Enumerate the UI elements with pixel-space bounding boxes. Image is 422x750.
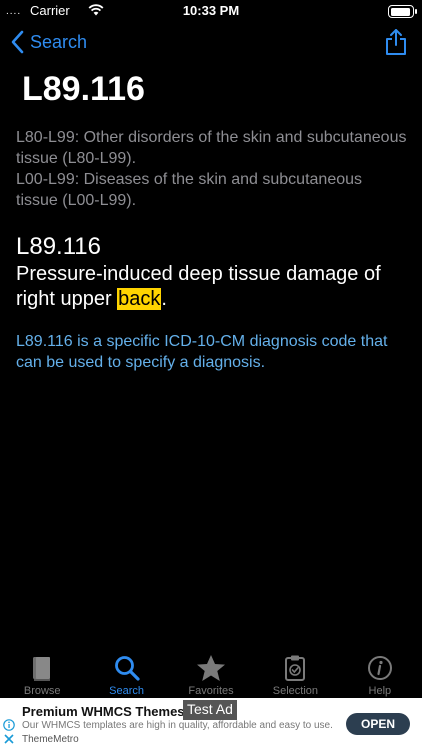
status-time: 10:33 PM [182, 3, 240, 18]
back-button-label: Search [30, 31, 88, 52]
ad-title: Premium WHMCS Themes [22, 704, 185, 719]
chevron-left-icon [11, 30, 24, 54]
tab-favorites-label: Favorites [188, 685, 234, 697]
search-icon [114, 656, 140, 681]
tab-favorites[interactable]: Favorites [169, 646, 253, 698]
share-icon[interactable] [384, 28, 408, 56]
battery-icon [388, 5, 417, 18]
ad-open-button[interactable]: OPEN [346, 713, 410, 735]
tab-search-label: Search [109, 685, 145, 697]
code-description: Pressure-induced deep tissue damage of r… [16, 262, 408, 312]
back-button[interactable]: Search [10, 30, 87, 54]
test-ad-badge: Test Ad [183, 700, 237, 720]
category-hierarchy: L80-L99: Other disorders of the skin and… [16, 127, 408, 211]
tab-help-label: Help [368, 685, 392, 697]
clipboard-icon [285, 655, 306, 681]
code-heading: L89.116 [16, 233, 101, 260]
ad-info-icon[interactable] [3, 719, 15, 731]
app-screen: .... Carrier 10:33 PM Search L89.116 L80… [0, 0, 422, 750]
navigation-bar: Search [0, 26, 422, 62]
status-bar: .... Carrier 10:33 PM [0, 0, 422, 22]
tab-selection-label: Selection [272, 685, 319, 697]
tab-help[interactable]: Help [338, 646, 422, 698]
tab-selection[interactable]: Selection [253, 646, 337, 698]
tab-bar: Browse Search Favorites Selection Help [0, 646, 422, 698]
close-icon[interactable] [4, 734, 14, 744]
tab-browse[interactable]: Browse [0, 646, 84, 698]
hierarchy-item: L80-L99: Other disorders of the skin and… [16, 129, 407, 167]
ad-body: Our WHMCS templates are high in quality,… [22, 720, 333, 731]
search-highlight: back [117, 288, 162, 310]
hierarchy-item: L00-L99: Diseases of the skin and subcut… [16, 171, 363, 209]
tab-search[interactable]: Search [84, 646, 168, 698]
star-icon [197, 655, 226, 681]
info-icon [367, 656, 392, 680]
description-text: Pressure-induced deep tissue damage of r… [16, 263, 381, 310]
page-title: L89.116 [22, 70, 145, 108]
ad-source: ThemeMetro [22, 734, 79, 745]
description-end: . [161, 288, 167, 310]
book-icon [33, 657, 51, 681]
code-info-text: L89.116 is a specific ICD-10-CM diagnosi… [16, 333, 388, 371]
tab-browse-label: Browse [23, 685, 61, 697]
